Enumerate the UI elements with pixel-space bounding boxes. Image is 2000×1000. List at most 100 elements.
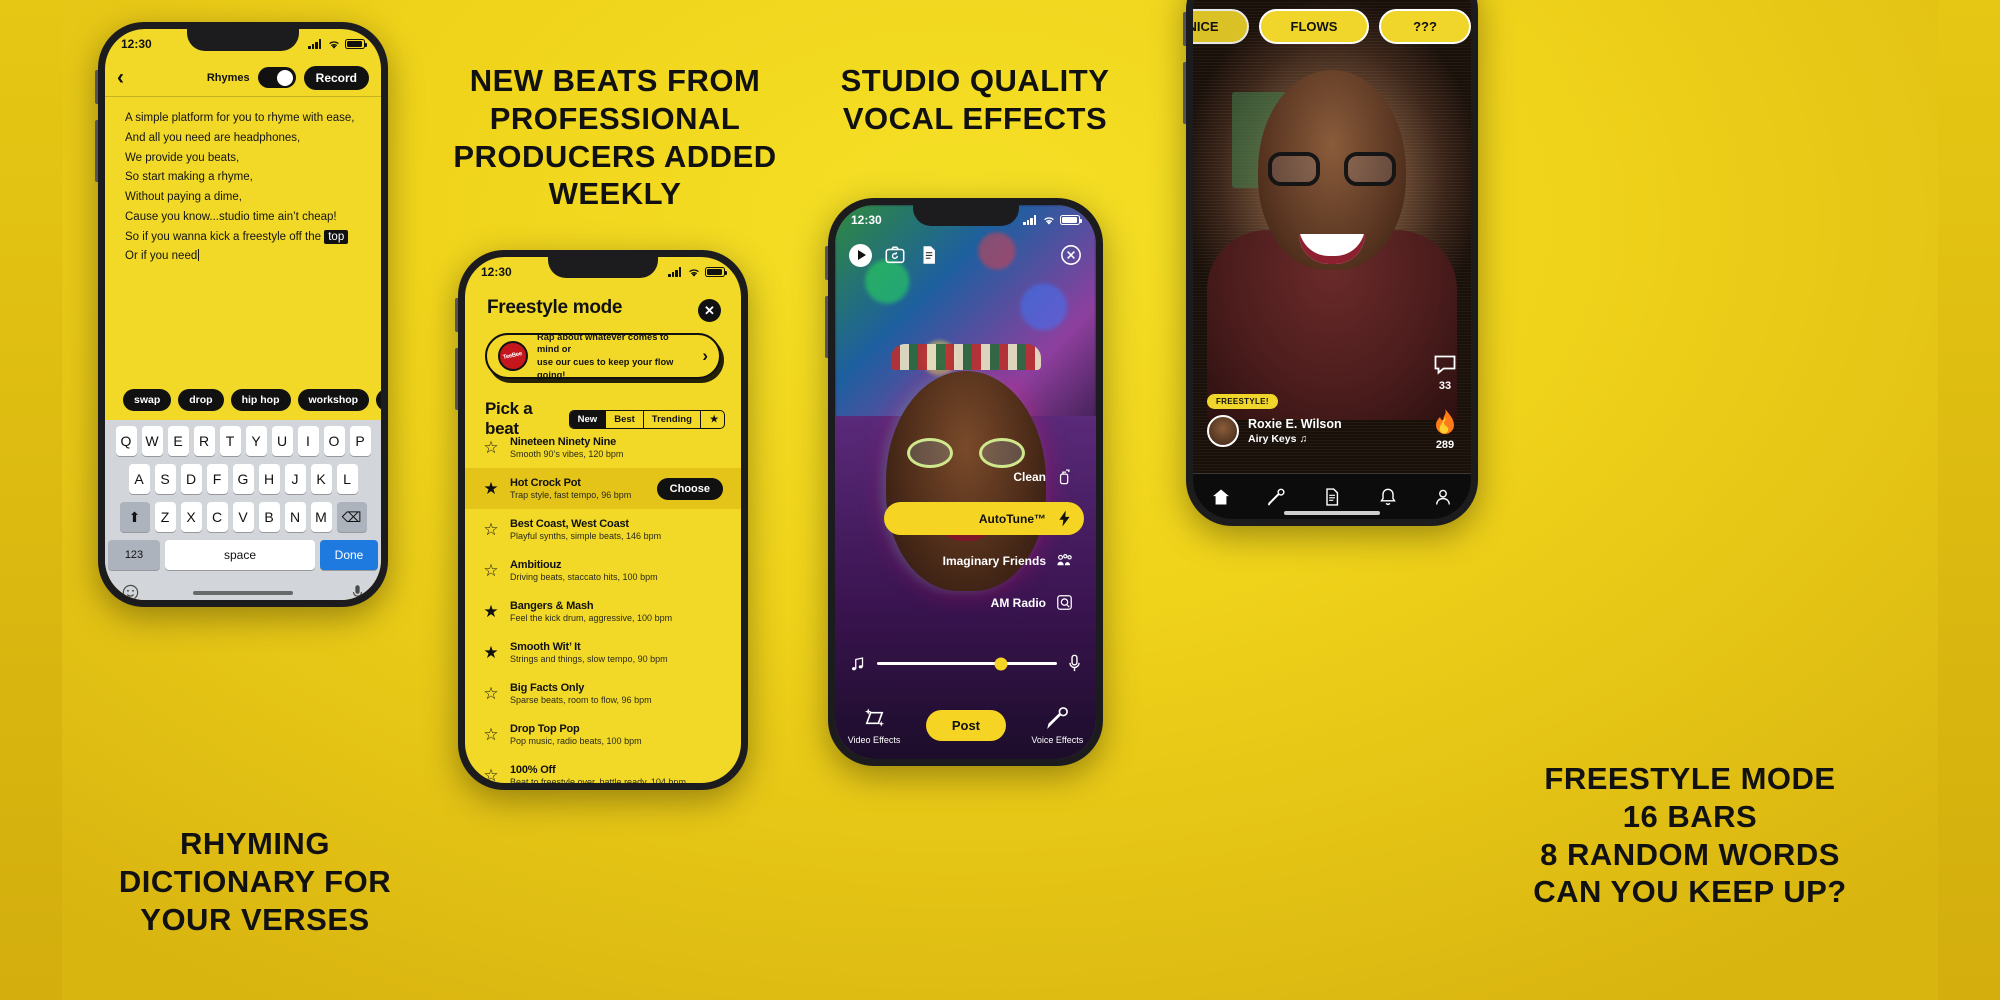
beat-list-item[interactable]: ☆ Big Facts Only Sparse beats, room to f…: [465, 673, 741, 714]
rhyme-chip-hip-hop[interactable]: hip hop: [230, 389, 291, 411]
avatar[interactable]: [1207, 415, 1239, 447]
star-outline-icon[interactable]: ☆: [483, 726, 499, 743]
key-h[interactable]: H: [258, 464, 280, 494]
key-b[interactable]: B: [258, 502, 280, 532]
post-button[interactable]: Post: [925, 709, 1006, 741]
key-k[interactable]: K: [310, 464, 332, 494]
key-o[interactable]: O: [323, 426, 345, 456]
status-icons: [668, 267, 727, 278]
emoji-icon[interactable]: [122, 584, 139, 600]
star-outline-icon[interactable]: ☆: [483, 767, 499, 783]
star-outline-icon[interactable]: ☆: [483, 562, 499, 579]
key-j[interactable]: J: [284, 464, 306, 494]
star-outline-icon[interactable]: ☆: [483, 685, 499, 702]
lyrics-document-icon[interactable]: [1322, 487, 1342, 507]
beat-list-item[interactable]: ☆ Ambitiouz Driving beats, staccato hits…: [465, 550, 741, 591]
key-s[interactable]: S: [154, 464, 176, 494]
lyrics-textarea[interactable]: A simple platform for you to rhyme with …: [125, 109, 367, 267]
freestyle-cue-banner[interactable]: TeeBee Rap about whatever comes to mind …: [485, 332, 721, 380]
rhyme-chip-partial[interactable]: t: [376, 389, 381, 411]
key-i[interactable]: I: [297, 426, 319, 456]
choose-button[interactable]: Choose: [656, 477, 723, 500]
beat-list-item[interactable]: ☆ 100% Off Beat to freestyle over, battl…: [465, 755, 741, 783]
tab-best[interactable]: Best: [606, 410, 644, 428]
key-m[interactable]: M: [310, 502, 332, 532]
slider-track[interactable]: [877, 657, 1057, 670]
lyrics-document-icon[interactable]: [918, 244, 940, 266]
beat-list-item-selected[interactable]: ★ Hot Crock Pot Trap style, fast tempo, …: [465, 468, 741, 509]
beat-list-item[interactable]: ★ Smooth Wit’ It Strings and things, slo…: [465, 632, 741, 673]
key-g[interactable]: G: [232, 464, 254, 494]
voice-effects-button[interactable]: Voice Effects: [1031, 705, 1083, 745]
tab-unknown[interactable]: ???: [1379, 9, 1471, 44]
numeric-key[interactable]: 123: [108, 540, 160, 570]
key-y[interactable]: Y: [245, 426, 267, 456]
effect-option-autotune[interactable]: AutoTune™: [884, 502, 1084, 535]
tab-trending[interactable]: Trending: [644, 410, 701, 428]
done-key[interactable]: Done: [320, 540, 378, 570]
home-icon[interactable]: [1211, 487, 1231, 507]
video-effects-button[interactable]: Video Effects: [848, 705, 900, 745]
key-n[interactable]: N: [284, 502, 306, 532]
tab-flows[interactable]: FLOWS: [1259, 9, 1369, 44]
rhyme-chip-swap[interactable]: swap: [123, 389, 172, 411]
key-w[interactable]: W: [141, 426, 163, 456]
tab-favorites-star-icon[interactable]: ★: [701, 411, 724, 428]
key-z[interactable]: Z: [154, 502, 176, 532]
close-icon[interactable]: ✕: [698, 299, 721, 322]
slider-knob[interactable]: [994, 657, 1008, 670]
feed-user[interactable]: Roxie E. Wilson Airy Keys ♫: [1207, 415, 1342, 447]
back-button[interactable]: ‹: [117, 67, 124, 88]
key-t[interactable]: T: [219, 426, 241, 456]
beat-list[interactable]: ☆ Nineteen Ninety Nine Smooth 90’s vibes…: [465, 427, 741, 783]
backspace-key-icon[interactable]: ⌫: [336, 502, 367, 532]
tab-new[interactable]: New: [569, 410, 607, 428]
key-l[interactable]: L: [336, 464, 358, 494]
key-e[interactable]: E: [167, 426, 189, 456]
star-filled-icon[interactable]: ★: [483, 480, 499, 497]
key-q[interactable]: Q: [115, 426, 137, 456]
keyboard-row-1: Q W E R T Y U I O P: [108, 426, 378, 456]
chevron-right-icon[interactable]: ›: [702, 346, 708, 366]
space-key[interactable]: space: [165, 540, 315, 570]
star-filled-icon[interactable]: ★: [483, 644, 499, 661]
key-v[interactable]: V: [232, 502, 254, 532]
onscreen-keyboard[interactable]: Q W E R T Y U I O P A S D F G H J K L ⬆ …: [105, 420, 381, 600]
star-outline-icon[interactable]: ☆: [483, 439, 499, 456]
star-outline-icon[interactable]: ☆: [483, 521, 499, 538]
beat-list-item[interactable]: ★ Bangers & Mash Feel the kick drum, agg…: [465, 591, 741, 632]
play-icon[interactable]: [849, 243, 872, 267]
key-r[interactable]: R: [193, 426, 215, 456]
tab-nice[interactable]: NICE: [1193, 9, 1249, 44]
key-x[interactable]: X: [180, 502, 202, 532]
microphone-icon[interactable]: [351, 584, 364, 600]
rhyme-highlight-word[interactable]: top: [324, 229, 349, 244]
beat-list-item[interactable]: ☆ Nineteen Ninety Nine Smooth 90’s vibes…: [465, 427, 741, 468]
star-filled-icon[interactable]: ★: [483, 603, 499, 620]
rhyme-chip-workshop[interactable]: workshop: [297, 389, 370, 411]
beat-list-item[interactable]: ☆ Best Coast, West Coast Playful synths,…: [465, 509, 741, 550]
effect-option-am-radio[interactable]: AM Radio: [884, 586, 1084, 619]
mix-slider[interactable]: [849, 654, 1082, 673]
beat-list-item[interactable]: ☆ Drop Top Pop Pop music, radio beats, 1…: [465, 714, 741, 755]
comment-action[interactable]: 33: [1432, 351, 1458, 392]
key-c[interactable]: C: [206, 502, 228, 532]
microphone-pen-icon[interactable]: [1266, 487, 1286, 507]
record-button[interactable]: Record: [303, 65, 369, 90]
key-f[interactable]: F: [206, 464, 228, 494]
effect-option-imaginary-friends[interactable]: Imaginary Friends: [884, 544, 1084, 577]
profile-icon[interactable]: [1433, 487, 1453, 507]
rhyme-chip-drop[interactable]: drop: [178, 389, 224, 411]
fire-action[interactable]: 289: [1432, 408, 1458, 451]
phone-mockup-vocal-effects: 12:30 Clean AutoTune™ Imaginary Friends …: [825, 198, 1103, 766]
key-a[interactable]: A: [128, 464, 150, 494]
effect-option-clean[interactable]: Clean: [884, 460, 1084, 493]
camera-flip-icon[interactable]: [884, 244, 906, 266]
key-d[interactable]: D: [180, 464, 202, 494]
close-circle-icon[interactable]: [1060, 244, 1082, 266]
key-p[interactable]: P: [349, 426, 371, 456]
rhymes-toggle[interactable]: [257, 67, 296, 88]
shift-key-icon[interactable]: ⬆: [119, 502, 150, 532]
bell-icon[interactable]: [1378, 487, 1398, 507]
key-u[interactable]: U: [271, 426, 293, 456]
